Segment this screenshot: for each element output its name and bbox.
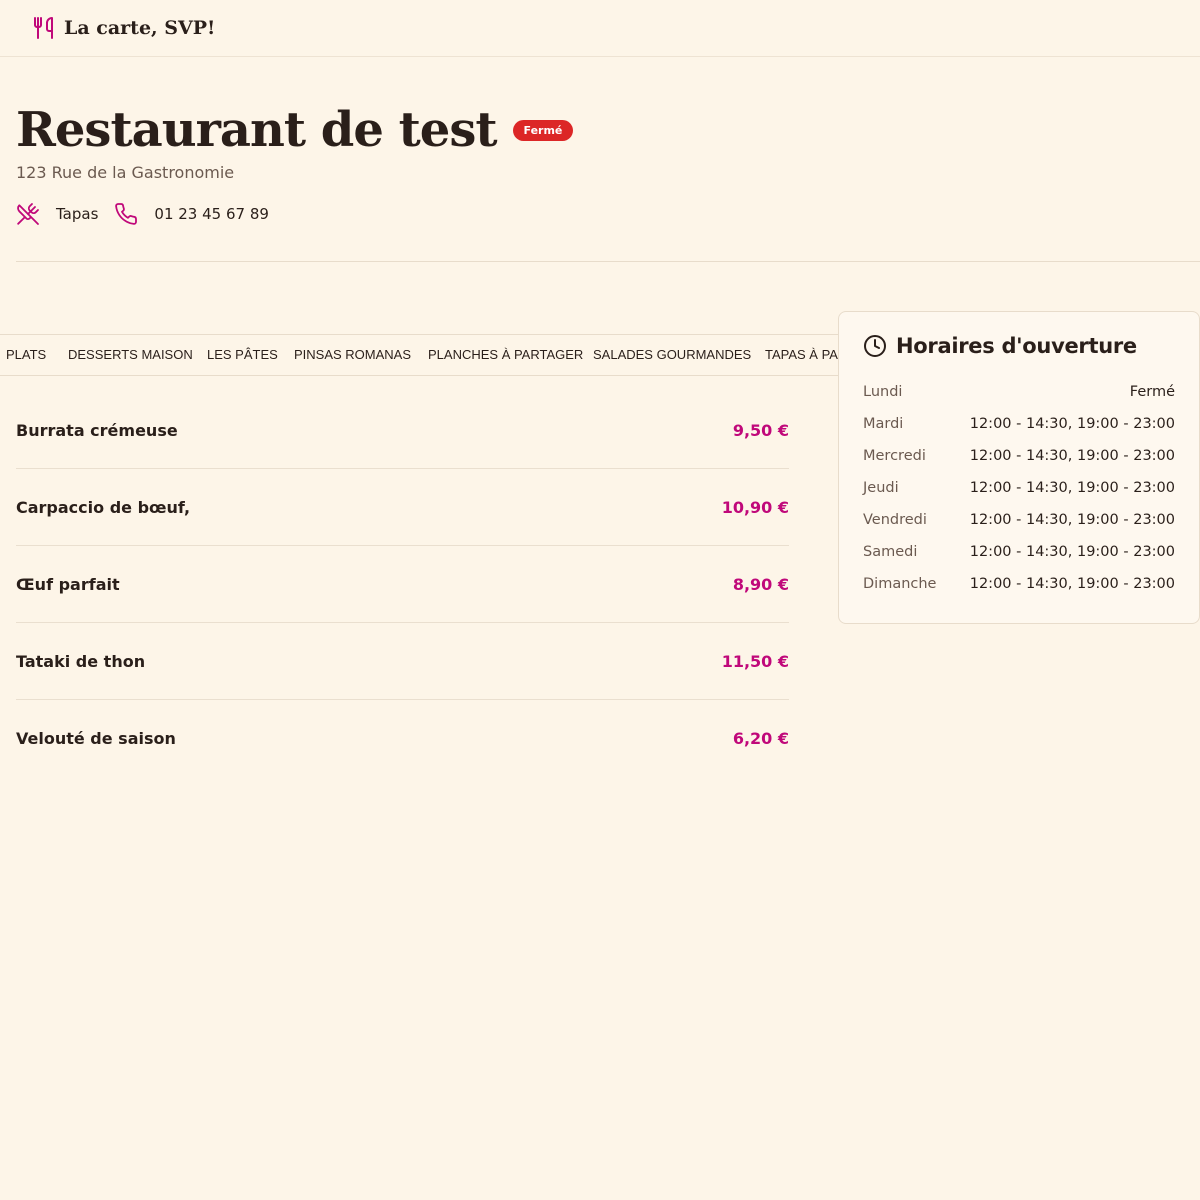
menu-item[interactable]: Velouté de saison 6,20 €	[16, 700, 789, 777]
hours-time: 12:00 - 14:30, 19:00 - 23:00	[969, 448, 1175, 464]
utensils-crossed-icon	[16, 202, 40, 226]
hours-time: 12:00 - 14:30, 19:00 - 23:00	[969, 480, 1175, 496]
menu-item-price: 6,20 €	[732, 729, 789, 748]
hours-day: Jeudi	[863, 480, 899, 496]
menu-item[interactable]: Carpaccio de bœuf, 10,90 €	[16, 469, 789, 546]
hours-time: 12:00 - 14:30, 19:00 - 23:00	[969, 544, 1175, 560]
restaurant-meta: Tapas 01 23 45 67 89	[16, 202, 1200, 226]
tab-tapas-a-partager[interactable]: TAPAS À PARTAGER	[765, 335, 838, 375]
hours-time: 12:00 - 14:30, 19:00 - 23:00	[969, 416, 1175, 432]
hours-row: Dimanche 12:00 - 14:30, 19:00 - 23:00	[863, 568, 1175, 600]
category-tabs: PLATS DESSERTS MAISON LES PÂTES PINSAS R…	[0, 334, 838, 376]
menu-item-name: Burrata crémeuse	[16, 420, 178, 440]
hours-row: Jeudi 12:00 - 14:30, 19:00 - 23:00	[863, 472, 1175, 504]
hours-day: Lundi	[863, 384, 903, 400]
tab-planches-a-partager[interactable]: PLANCHES À PARTAGER	[428, 335, 583, 375]
top-bar: La carte, SVP!	[0, 0, 1200, 57]
opening-hours-header: Horaires d'ouverture	[863, 334, 1175, 358]
status-badge: Fermé	[512, 119, 574, 141]
page-title: Restaurant de test	[16, 102, 498, 158]
opening-hours-card: Horaires d'ouverture Lundi Fermé Mardi 1…	[838, 311, 1200, 624]
opening-hours-title: Horaires d'ouverture	[896, 334, 1137, 358]
restaurant-header: Restaurant de test Fermé 123 Rue de la G…	[16, 100, 1200, 226]
hours-row: Mardi 12:00 - 14:30, 19:00 - 23:00	[863, 408, 1175, 440]
hours-row: Samedi 12:00 - 14:30, 19:00 - 23:00	[863, 536, 1175, 568]
restaurant-address: 123 Rue de la Gastronomie	[16, 163, 235, 182]
hours-row: Vendredi 12:00 - 14:30, 19:00 - 23:00	[863, 504, 1175, 536]
menu-item[interactable]: Burrata crémeuse 9,50 €	[16, 392, 789, 469]
cuisine-type: Tapas	[56, 205, 99, 223]
hours-time: 12:00 - 14:30, 19:00 - 23:00	[969, 512, 1175, 528]
clock-icon	[863, 334, 887, 358]
tab-plats[interactable]: PLATS	[6, 335, 46, 375]
menu-list: Burrata crémeuse 9,50 € Carpaccio de bœu…	[16, 392, 789, 777]
menu-item-name: Tataki de thon	[16, 651, 146, 671]
menu-item-price: 11,50 €	[721, 651, 789, 671]
hours-time: Fermé	[1129, 384, 1175, 400]
hours-day: Vendredi	[863, 512, 927, 528]
utensils-icon	[33, 16, 55, 40]
title-row: Restaurant de test Fermé	[16, 100, 1200, 160]
menu-item-name: Œuf parfait	[16, 574, 120, 594]
hours-day: Samedi	[863, 544, 918, 560]
menu-item-name: Velouté de saison	[16, 729, 176, 748]
phone-icon	[114, 202, 138, 226]
menu-item[interactable]: Œuf parfait 8,90 €	[16, 546, 789, 623]
section-divider	[16, 261, 1200, 262]
hours-time: 12:00 - 14:30, 19:00 - 23:00	[969, 576, 1175, 592]
phone-link[interactable]: 01 23 45 67 89	[154, 205, 269, 223]
hours-day: Dimanche	[863, 576, 937, 592]
hours-row: Mercredi 12:00 - 14:30, 19:00 - 23:00	[863, 440, 1175, 472]
menu-item[interactable]: Tataki de thon 11,50 €	[16, 623, 789, 700]
tab-pinsas-romanas[interactable]: PINSAS ROMANAS	[294, 335, 411, 375]
hours-row: Lundi Fermé	[863, 376, 1175, 408]
brand-link[interactable]: La carte, SVP!	[64, 17, 215, 39]
menu-item-price: 8,90 €	[732, 574, 789, 594]
menu-item-price: 9,50 €	[732, 420, 789, 440]
tab-salades-gourmandes[interactable]: SALADES GOURMANDES	[593, 335, 751, 375]
hours-day: Mardi	[863, 416, 904, 432]
tab-desserts-maison[interactable]: DESSERTS MAISON	[68, 335, 193, 375]
menu-item-name: Carpaccio de bœuf,	[16, 497, 191, 517]
menu-item-price: 10,90 €	[721, 497, 789, 517]
tab-les-pates[interactable]: LES PÂTES	[207, 335, 278, 375]
hours-day: Mercredi	[863, 448, 926, 464]
